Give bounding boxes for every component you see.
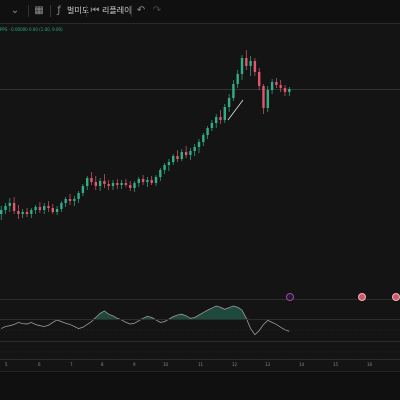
time-tick: 14 [299,362,305,367]
candle-body [133,183,136,188]
candle-body [103,181,106,184]
candle-body [146,180,149,182]
candle-body [197,142,201,147]
candle-body [124,183,128,185]
time-tick: 8 [101,362,104,367]
time-tick: 12 [232,362,238,367]
candle-body [137,179,140,183]
candle-body [176,156,179,159]
candle-body [288,89,291,92]
candle-body [223,107,226,120]
candle-body [245,58,248,66]
candle-body [180,152,183,159]
candle-body [21,212,24,214]
time-tick: 16 [367,362,373,367]
candle-body [98,181,102,186]
candle-body [279,85,282,88]
candle-body [270,82,274,90]
candle-body [38,207,42,210]
candle-body [232,84,235,98]
event-marker-icon[interactable] [392,293,400,301]
time-tick: 15 [333,362,339,367]
time-tick: 13 [265,362,271,367]
candle-body [90,178,93,182]
candle-body [275,82,278,85]
candle-body [154,177,158,183]
candle-body [73,199,76,201]
candle-body [43,206,46,210]
candle-body [210,123,214,128]
candle-body [116,183,119,185]
candle-body [184,152,188,155]
candle-body [68,199,72,201]
candle-body [129,185,132,188]
candle-body [163,165,166,170]
candle-body [253,61,257,72]
candle-body [60,203,63,209]
candle-body [258,72,261,86]
candle-body [94,182,97,186]
time-tick: 10 [163,362,169,367]
candle-body [167,162,171,165]
candle-body [55,209,59,212]
candle-body [120,183,123,185]
candle-body [8,203,11,206]
candle-body [25,212,29,214]
candle-body [219,117,222,120]
candle-body [34,207,37,210]
candle-body [0,210,3,214]
candle-body [86,178,89,186]
candle-body [249,61,252,66]
candle-body [4,206,7,210]
chart-canvas[interactable] [0,0,400,400]
candle-body [227,98,231,107]
candle-body [189,151,192,155]
candle-body [77,193,80,199]
bottom-panel [0,371,400,400]
candle-body [12,203,16,211]
oscillator-lower-bound [0,341,400,342]
candle-body [111,183,115,186]
time-tick: 5 [5,362,8,367]
event-marker-icon[interactable] [286,293,294,301]
candle-body [240,58,244,74]
candle-body [172,156,175,162]
candle-body [51,208,54,212]
time-tick: 7 [70,362,73,367]
candle-body [202,135,205,142]
candle-body [47,206,50,208]
candle-body [81,186,85,193]
time-tick: 11 [198,362,204,367]
candle-body [215,117,218,123]
candle-body [64,199,67,203]
candle-body [283,88,287,92]
event-marker-icon[interactable] [358,293,366,301]
candle-body [266,90,269,108]
pane-separator[interactable] [0,299,400,300]
candle-body [262,86,265,108]
chart-window: ⌄ ▦ ƒ 벌미도 ⏮ 리플레이 ↶ ↷ PPS · 0.00000 0.00 … [0,0,400,400]
candle-body [193,147,196,151]
candle-body [141,179,145,182]
oscillator-upper-bound [0,319,400,320]
candle-body [107,184,110,186]
candle-body [236,74,239,84]
candle-body [150,180,153,183]
candle-body [159,170,162,177]
oscillator-line [1,305,290,336]
candle-body [17,211,20,214]
candle-body [206,128,209,135]
time-tick: 9 [133,362,136,367]
time-tick: 6 [38,362,41,367]
candle-body [30,210,33,214]
